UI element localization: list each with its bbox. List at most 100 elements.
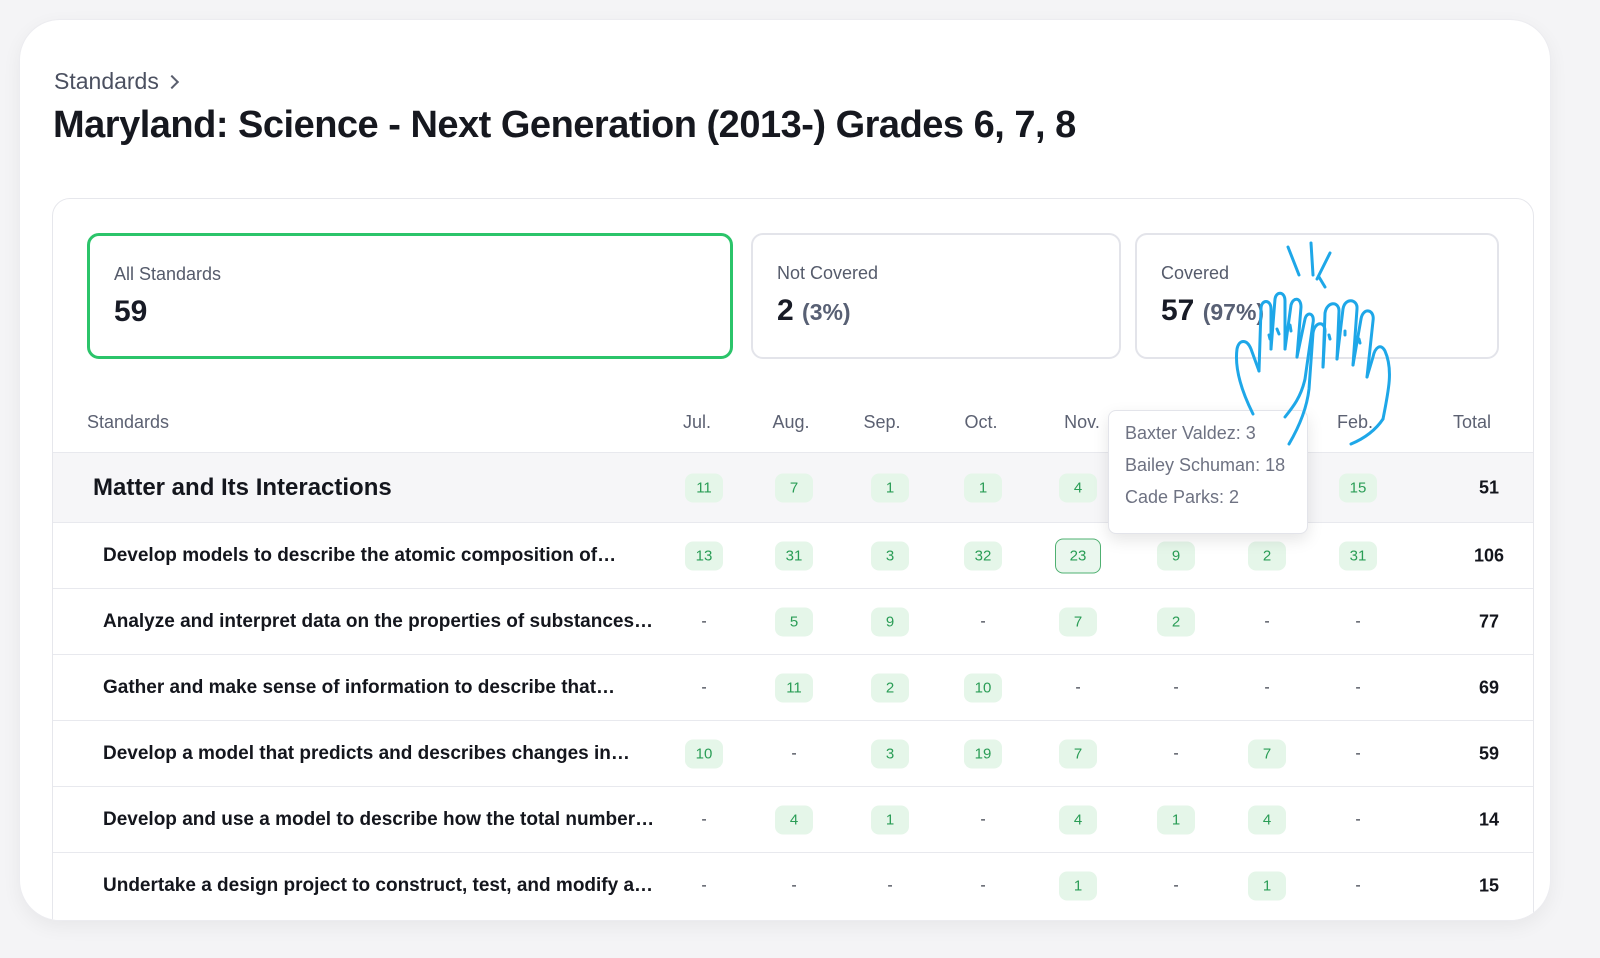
count-chip[interactable]: 31 [1339, 541, 1377, 570]
table-cell: - [1173, 877, 1178, 895]
count-chip[interactable]: 5 [775, 607, 813, 636]
table-cell: 10 [685, 739, 723, 768]
count-chip[interactable]: 1 [1059, 871, 1097, 900]
count-chip[interactable]: 3 [871, 739, 909, 768]
count-chip[interactable]: 7 [775, 473, 813, 502]
table-row[interactable]: Develop a model that predicts and descri… [53, 720, 1533, 786]
row-total: 77 [1478, 611, 1500, 631]
count-chip[interactable]: 2 [1157, 607, 1195, 636]
empty-cell: - [1264, 612, 1270, 630]
table-cell: 1 [1059, 871, 1097, 900]
count-chip[interactable]: 11 [775, 673, 813, 702]
standard-label[interactable]: Undertake a design project to construct,… [103, 875, 653, 897]
table-row[interactable]: Analyze and interpret data on the proper… [53, 588, 1533, 654]
table-cell: 32 [964, 541, 1002, 570]
table-cell: 1 [964, 473, 1002, 502]
table-cell: 1 [1157, 805, 1195, 834]
empty-cell: - [1355, 744, 1361, 762]
standard-label[interactable]: Develop models to describe the atomic co… [103, 545, 616, 567]
card-not-covered[interactable]: Not Covered 2 (3%) [751, 233, 1121, 359]
table-row[interactable]: Gather and make sense of information to … [53, 654, 1533, 720]
breadcrumb[interactable]: Standards [54, 68, 179, 95]
count-chip[interactable]: 7 [1059, 607, 1097, 636]
count-chip[interactable]: 7 [1059, 739, 1097, 768]
count-chip[interactable]: 4 [775, 805, 813, 834]
table-row[interactable]: Undertake a design project to construct,… [53, 852, 1533, 918]
table-cell: 5 [775, 607, 813, 636]
count-chip[interactable]: 10 [685, 739, 723, 768]
standards-panel: All Standards 59 Not Covered 2 (3%) Cove… [52, 198, 1534, 920]
table-cell: 1 [1248, 871, 1286, 900]
col-jul[interactable]: Jul. [683, 412, 711, 433]
table-cell: 2 [1157, 607, 1195, 636]
table-cell: 11 [685, 473, 723, 502]
col-nov[interactable]: Nov. [1064, 412, 1100, 433]
count-chip[interactable]: 4 [1248, 805, 1286, 834]
count-chip[interactable]: 3 [871, 541, 909, 570]
count-chip[interactable]: 4 [1059, 805, 1097, 834]
count-chip[interactable]: 1 [964, 473, 1002, 502]
total-cell: 106 [1474, 545, 1504, 566]
count-chip[interactable]: 1 [1248, 871, 1286, 900]
group-label[interactable]: Matter and Its Interactions [93, 474, 392, 502]
empty-cell: - [701, 876, 707, 894]
count-chip[interactable]: 10 [964, 673, 1002, 702]
count-chip[interactable]: 9 [871, 607, 909, 636]
table-row[interactable]: Develop models to describe the atomic co… [53, 522, 1533, 588]
count-chip[interactable]: 23 [1055, 538, 1101, 573]
table-cell: - [980, 877, 985, 895]
table-cell: - [1075, 679, 1080, 697]
table-cell: 9 [871, 607, 909, 636]
group-row[interactable]: Matter and Its Interactions 11 7 1 1 4 15 51 [53, 452, 1533, 522]
empty-cell: - [980, 810, 986, 828]
table-cell: - [1355, 613, 1360, 631]
col-oct[interactable]: Oct. [964, 412, 997, 433]
count-chip[interactable]: 15 [1339, 473, 1377, 502]
count-chip[interactable]: 2 [871, 673, 909, 702]
standard-label[interactable]: Develop a model that predicts and descri… [103, 743, 630, 765]
count-chip[interactable]: 11 [685, 473, 723, 502]
table-cell: - [980, 613, 985, 631]
col-aug[interactable]: Aug. [772, 412, 809, 433]
count-chip[interactable]: 9 [1157, 541, 1195, 570]
breadcrumb-standards-link[interactable]: Standards [54, 68, 159, 95]
standard-label[interactable]: Analyze and interpret data on the proper… [103, 611, 653, 633]
tooltip-line: Bailey Schuman: 18 [1125, 455, 1286, 475]
table-cell: - [701, 877, 706, 895]
standard-label[interactable]: Gather and make sense of information to … [103, 677, 615, 699]
empty-cell: - [1355, 876, 1361, 894]
standard-label[interactable]: Develop and use a model to describe how … [103, 809, 654, 831]
total-cell: 14 [1479, 809, 1499, 830]
table-cell: 4 [1248, 805, 1286, 834]
table-cell: - [791, 745, 796, 763]
card-value: 59 [114, 295, 148, 328]
count-chip[interactable]: 19 [964, 739, 1002, 768]
col-total[interactable]: Total [1453, 412, 1491, 433]
count-chip[interactable]: 4 [1059, 473, 1097, 502]
count-chip[interactable]: 13 [685, 541, 723, 570]
table-cell: - [701, 679, 706, 697]
table-cell: 7 [1059, 739, 1097, 768]
table-cell: 19 [964, 739, 1002, 768]
chevron-right-icon [164, 74, 179, 90]
count-chip[interactable]: 2 [1248, 541, 1286, 570]
table-cell: 4 [775, 805, 813, 834]
col-sep[interactable]: Sep. [863, 412, 900, 433]
col-standards[interactable]: Standards [87, 412, 169, 433]
count-chip[interactable]: 1 [871, 805, 909, 834]
high-five-hands-icon [1234, 241, 1391, 446]
count-chip[interactable]: 32 [964, 541, 1002, 570]
table-row[interactable]: Develop and use a model to describe how … [53, 786, 1533, 852]
count-chip[interactable]: 1 [871, 473, 909, 502]
table-cell: - [1355, 745, 1360, 763]
table-cell: - [701, 811, 706, 829]
table-cell: 4 [1059, 473, 1097, 502]
count-chip[interactable]: 1 [1157, 805, 1195, 834]
table-cell: - [1264, 679, 1269, 697]
table-cell: 15 [1339, 473, 1377, 502]
count-chip[interactable]: 31 [775, 541, 813, 570]
table-cell: - [1355, 877, 1360, 895]
card-all-standards[interactable]: All Standards 59 [87, 233, 733, 359]
empty-cell: - [701, 612, 707, 630]
count-chip[interactable]: 7 [1248, 739, 1286, 768]
